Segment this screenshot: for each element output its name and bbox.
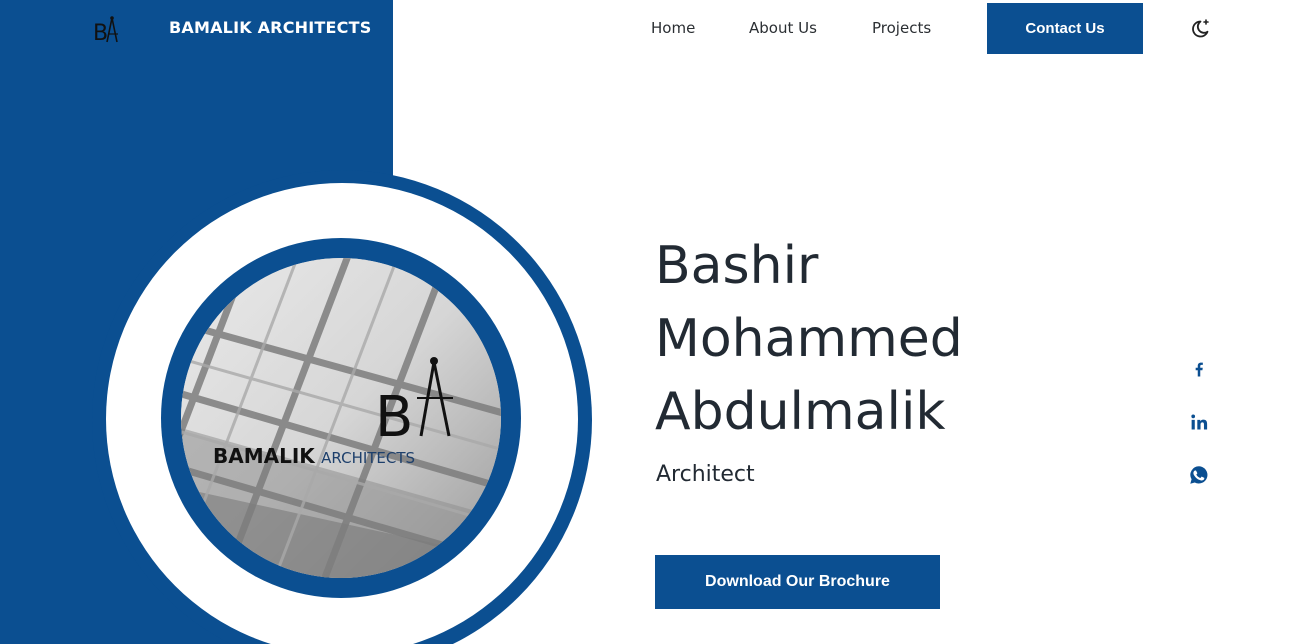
photo-logo-text: BAMALIK ARCHITECTS bbox=[213, 444, 415, 468]
main-nav: Home About Us Projects Contact Us bbox=[0, 0, 1299, 56]
hero-photo: B BAMALIK ARCHITECTS bbox=[181, 258, 501, 578]
nav-home-link[interactable]: Home bbox=[651, 19, 695, 37]
nav-projects-link[interactable]: Projects bbox=[872, 19, 931, 37]
moon-star-icon[interactable] bbox=[1188, 17, 1212, 41]
hero-role: Architect bbox=[656, 462, 755, 487]
hero-name-line3: Abdulmalik bbox=[655, 382, 946, 442]
photo-logo-sub: ARCHITECTS bbox=[321, 449, 416, 467]
download-brochure-button[interactable]: Download Our Brochure bbox=[655, 555, 940, 609]
hero-name-line2: Mohammed bbox=[655, 309, 963, 369]
hero-name-line1: Bashir bbox=[655, 236, 819, 296]
hero-name: Bashir Mohammed Abdulmalik bbox=[655, 230, 1155, 449]
svg-text:B: B bbox=[375, 385, 413, 450]
whatsapp-icon[interactable] bbox=[1187, 463, 1211, 487]
glass-roof-image: B bbox=[181, 258, 501, 578]
facebook-icon[interactable] bbox=[1187, 357, 1211, 381]
nav-about-link[interactable]: About Us bbox=[749, 19, 817, 37]
photo-logo-word: BAMALIK bbox=[213, 444, 315, 468]
contact-us-button[interactable]: Contact Us bbox=[987, 3, 1143, 54]
linkedin-icon[interactable] bbox=[1187, 410, 1211, 434]
